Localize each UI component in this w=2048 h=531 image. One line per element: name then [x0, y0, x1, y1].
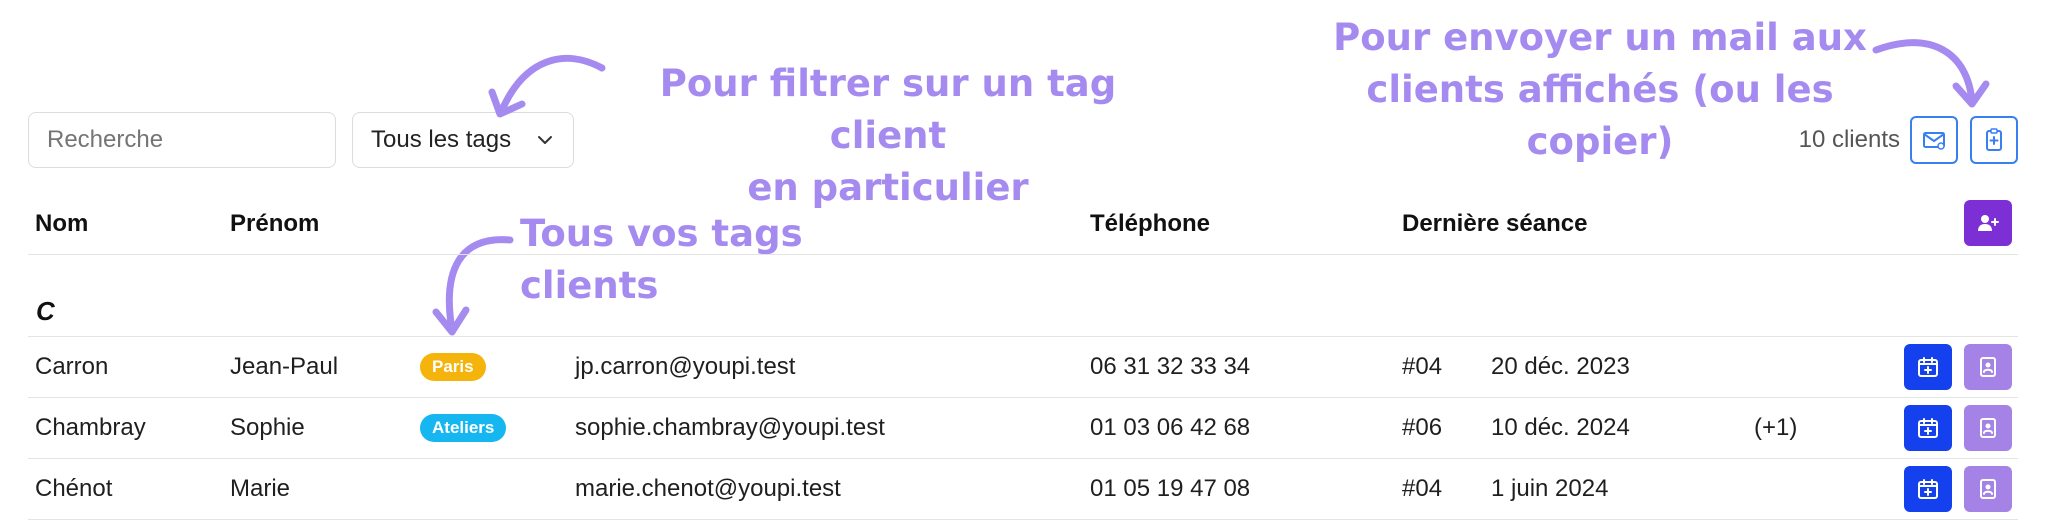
- cell-prenom: Jean-Paul: [230, 353, 339, 380]
- row-divider: [28, 519, 2018, 520]
- contact-card-icon: [1980, 357, 1996, 377]
- tag-badge: Ateliers: [420, 414, 507, 442]
- user-plus-icon: [1978, 215, 1999, 231]
- section-letter: C: [36, 296, 55, 326]
- calendar-plus-icon: [1918, 357, 1938, 377]
- tag-badge: Paris: [420, 353, 486, 381]
- schedule-session-button[interactable]: [1904, 405, 1952, 451]
- add-client-button[interactable]: [1964, 200, 2012, 246]
- header-prenom: Prénom: [230, 210, 320, 237]
- header-derniere-seance: Dernière séance: [1402, 210, 1588, 237]
- client-file-button[interactable]: [1964, 344, 2012, 390]
- header-nom: Nom: [35, 210, 89, 237]
- table-row[interactable]: Carron Jean-Paul jp.carron@youpi.test 06 31…: [0, 337, 2048, 398]
- mail-arrow-icon: [1872, 39, 1976, 106]
- cell-nom: Chambray: [35, 414, 146, 441]
- calendar-plus-icon: [1918, 479, 1938, 499]
- table-row[interactable]: Chambray Sophie sophie.chambray@youpi.test…: [0, 398, 2048, 459]
- cell-telephone: 01 05 19 47 08: [1090, 475, 1251, 502]
- cell-email[interactable]: sophie.chambray@youpi.test: [575, 398, 885, 458]
- table-header: Nom Prénom Téléphone Dernière séance: [0, 210, 2048, 254]
- header-telephone: Téléphone: [1090, 210, 1211, 237]
- contact-card-icon: [1980, 418, 1996, 438]
- schedule-session-button[interactable]: [1904, 344, 1952, 390]
- cell-prenom: Marie: [230, 475, 291, 502]
- cell-seance-date: 10 déc. 2024: [1491, 414, 1630, 441]
- schedule-session-button[interactable]: [1904, 466, 1952, 512]
- cell-email[interactable]: marie.chenot@youpi.test: [575, 459, 841, 519]
- calendar-plus-icon: [1918, 418, 1938, 438]
- cell-telephone: 06 31 32 33 34: [1090, 353, 1251, 380]
- cell-seance-num: #06: [1402, 414, 1443, 441]
- cell-nom: Chénot: [35, 475, 113, 502]
- cell-telephone: 01 03 06 42 68: [1090, 414, 1251, 441]
- table-row[interactable]: Chénot Marie marie.chenot@youpi.test 01 05 …: [0, 459, 2048, 520]
- contact-card-icon: [1980, 479, 1996, 499]
- cell-seance-num: #04: [1402, 353, 1443, 380]
- cell-email[interactable]: jp.carron@youpi.test: [575, 337, 795, 397]
- cell-prenom: Sophie: [230, 414, 305, 441]
- client-file-button[interactable]: [1964, 466, 2012, 512]
- cell-seance-date: 20 déc. 2023: [1491, 353, 1630, 380]
- cell-seance-date: 1 juin 2024: [1491, 475, 1609, 502]
- filter-arrow-icon: [498, 54, 606, 114]
- header-divider: [28, 254, 2018, 255]
- cell-seance-num: #04: [1402, 475, 1443, 502]
- client-file-button[interactable]: [1964, 405, 2012, 451]
- cell-extra-seances: (+1): [1754, 414, 1798, 441]
- cell-nom: Carron: [35, 353, 109, 380]
